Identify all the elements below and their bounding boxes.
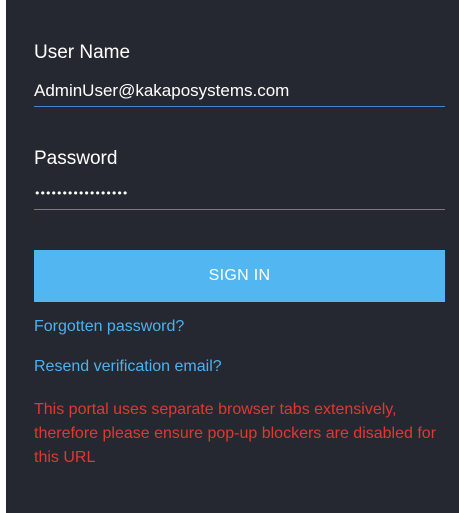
resend-verification-link[interactable]: Resend verification email? <box>34 357 222 377</box>
popup-blocker-notice: This portal uses separate browser tabs e… <box>34 401 437 466</box>
sign-in-button[interactable]: SIGN IN <box>34 250 445 302</box>
username-label: User Name <box>34 42 131 63</box>
password-label: Password <box>34 148 118 169</box>
forgotten-password-link[interactable]: Forgotten password? <box>34 317 184 337</box>
username-field[interactable]: AdminUser@kakaposystems.com <box>34 80 445 107</box>
login-panel: User Name AdminUser@kakaposystems.com Pa… <box>6 0 459 513</box>
password-field[interactable]: ••••••••••••••••• <box>34 183 445 210</box>
